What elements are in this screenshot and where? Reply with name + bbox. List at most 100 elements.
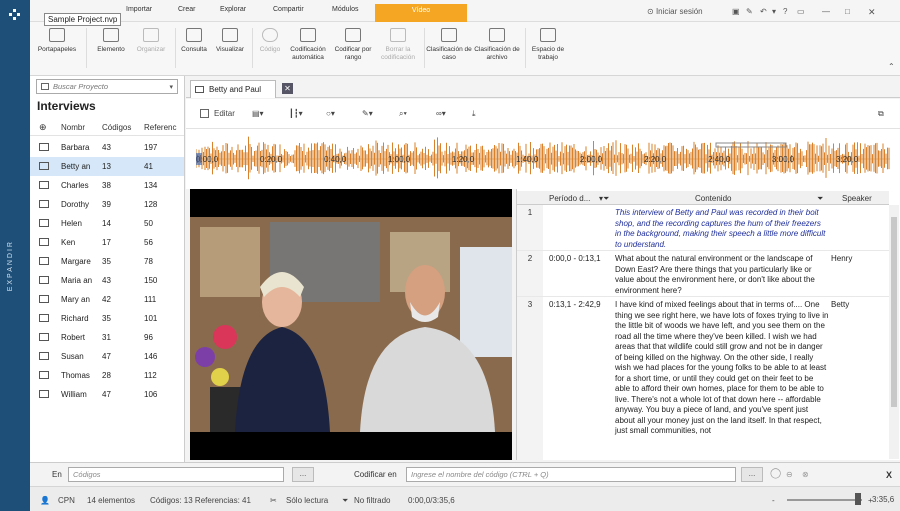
waveform-graph[interactable]: 0:00,0 0:20,0 0:40,0 1:00,0 1:20,0 1:40,0 2:00…	[196, 129, 890, 187]
edit-label[interactable]: Editar	[214, 109, 235, 118]
table-row[interactable]: 1 This interview of Betty and Paul was re…	[517, 205, 889, 251]
query-button[interactable]: Consulta	[178, 28, 210, 54]
zoom-slider-thumb[interactable]	[855, 493, 861, 505]
table-row[interactable]: 2 0:00,0 - 0:13,1 What about the natural e…	[517, 251, 889, 297]
tab-import[interactable]: Importar	[126, 6, 152, 13]
edit-checkbox[interactable]	[200, 109, 209, 118]
column-refs[interactable]: Referenc	[144, 123, 176, 132]
restore-icon[interactable]: ▭	[797, 7, 805, 16]
uncode-selection-icon[interactable]: ⊗	[802, 470, 809, 479]
search-input[interactable]: Buscar Proyecto ▾	[36, 79, 178, 94]
filter-icon[interactable]: ▾⏷	[599, 194, 609, 204]
list-item[interactable]: Robert 31 96	[30, 328, 184, 347]
code-range-button[interactable]: Codificar por rango	[332, 28, 374, 62]
list-item[interactable]: Charles 38 134	[30, 176, 184, 195]
organize-button[interactable]: Organizar	[131, 28, 171, 54]
list-item[interactable]: Helen 14 50	[30, 214, 184, 233]
circle-icon[interactable]: ○▾	[326, 109, 335, 118]
list-item[interactable]: Susan 47 146	[30, 347, 184, 366]
column-codes[interactable]: Códigos	[102, 123, 131, 132]
column-name[interactable]: Nombr	[61, 123, 85, 132]
code-selection-icon[interactable]: ⊖	[786, 470, 793, 479]
signin-button[interactable]: ⊙ Iniciar sesión	[647, 7, 703, 16]
video-frame[interactable]	[190, 217, 512, 432]
item-button[interactable]: Elemento	[91, 28, 131, 54]
navigation-panel: Buscar Proyecto ▾ Interviews ⊕ Nombr Cód…	[30, 76, 185, 462]
media-duration: 3:35,6	[872, 495, 895, 504]
zoom-out-button[interactable]: -	[772, 496, 775, 505]
tab-create[interactable]: Crear	[178, 6, 196, 13]
document-tabs: Betty and Paul ✕	[186, 76, 900, 98]
annotation-icon[interactable]: ▤▾	[252, 109, 264, 118]
dropdown-icon[interactable]: ▾	[772, 7, 776, 16]
list-item[interactable]: Maria an 43 150	[30, 271, 184, 290]
list-item[interactable]: Ken 17 56	[30, 233, 184, 252]
visualize-button[interactable]: Visualizar	[213, 28, 247, 54]
apps-grid-icon[interactable]	[9, 9, 21, 21]
user-icon: 👤	[40, 496, 50, 505]
list-item[interactable]: William 47 106	[30, 385, 184, 404]
tab-video[interactable]: Vídeo	[375, 4, 467, 22]
list-item[interactable]: Mary an 42 111	[30, 290, 184, 309]
popout-icon[interactable]: ⧉	[878, 109, 884, 119]
clipboard-button[interactable]: Portapapeles	[32, 28, 82, 54]
code-name-input[interactable]: Ingrese el nombre del código (CTRL + Q)	[406, 467, 736, 482]
document-icon	[39, 181, 49, 189]
close-tab-icon[interactable]: ✕	[282, 83, 293, 94]
video-icon	[39, 162, 49, 170]
undo-icon[interactable]: ↶	[760, 7, 767, 16]
scrollbar-thumb[interactable]	[891, 217, 897, 407]
list-item[interactable]: Barbara 43 197	[30, 138, 184, 157]
uncode-button[interactable]: Borrar la codificación	[376, 28, 420, 62]
tab-modules[interactable]: Módulos	[332, 6, 358, 13]
status-bar: 👤 CPN 14 elementos Códigos: 13 Referenci…	[30, 486, 900, 511]
code-circle-icon[interactable]: ◯	[770, 468, 781, 479]
code-button[interactable]: Código	[255, 28, 285, 54]
autocode-button[interactable]: Codificación automática	[286, 28, 330, 62]
add-icon[interactable]: ⊕	[39, 122, 47, 133]
close-coding-bar-button[interactable]: X	[886, 470, 892, 480]
file-classification-button[interactable]: Clasificación de archivo	[473, 28, 521, 62]
list-item[interactable]: Margare 35 78	[30, 252, 184, 271]
tab-share[interactable]: Compartir	[273, 6, 304, 13]
minimize-icon[interactable]: —	[822, 7, 830, 16]
list-item[interactable]: Dorothy 39 128	[30, 195, 184, 214]
column-speaker[interactable]: Speaker	[842, 194, 872, 203]
close-icon[interactable]: ✕	[868, 7, 876, 18]
expand-label[interactable]: EXPANDIR	[7, 240, 14, 291]
help-icon[interactable]: ?	[783, 7, 787, 16]
collapse-ribbon-icon[interactable]: ⌃	[888, 62, 895, 71]
tab-betty-and-paul[interactable]: Betty and Paul ✕	[190, 80, 293, 98]
browse-code-button[interactable]: ...	[741, 467, 763, 482]
edit-icon[interactable]: ✎	[746, 7, 753, 16]
column-content[interactable]: Contenido	[695, 194, 731, 203]
item-name: Maria an	[61, 276, 93, 285]
zoom-icon[interactable]: ⌕▾	[399, 109, 407, 119]
save-icon[interactable]: ▣	[732, 7, 740, 16]
video-player[interactable]	[190, 189, 512, 460]
link-icon[interactable]: ∞▾	[436, 109, 446, 118]
transcript-content[interactable]: I have kind of mixed feelings about that…	[615, 300, 829, 437]
codes-input[interactable]: Códigos	[68, 467, 284, 482]
list-item[interactable]: Thomas 28 112	[30, 366, 184, 385]
item-refs: 78	[144, 257, 153, 266]
highlight-icon[interactable]: ✎▾	[362, 109, 373, 118]
transcript-content[interactable]: This interview of Betty and Paul was rec…	[615, 208, 829, 250]
zoom-slider[interactable]	[787, 499, 862, 501]
waveform-timeline[interactable]: 0:00,0 0:20,0 0:40,0 1:00,0 1:20,0 1:40,0 2:00…	[186, 129, 900, 189]
workspace-button[interactable]: Espacio de trabajo	[527, 28, 569, 62]
content-filter-icon[interactable]: ⏷	[817, 194, 823, 204]
transcript-content[interactable]: What about the natural environment or th…	[615, 254, 829, 296]
maximize-icon[interactable]: □	[845, 7, 850, 16]
table-row[interactable]: 3 0:13,1 - 2:42,9 I have kind of mixed fee…	[517, 297, 889, 460]
list-item[interactable]: Betty an 13 41	[30, 157, 184, 176]
scrollbar[interactable]	[889, 205, 899, 459]
browse-codes-button[interactable]: ...	[292, 467, 314, 482]
chevron-down-icon[interactable]: ▾	[169, 83, 173, 91]
case-classification-button[interactable]: Clasificación de caso	[426, 28, 472, 62]
export-icon[interactable]: ⤓	[472, 109, 476, 119]
column-range[interactable]: Período d...	[549, 194, 590, 203]
waveform-icon[interactable]: ┃┇▾	[289, 109, 303, 118]
list-item[interactable]: Richard 35 101	[30, 309, 184, 328]
tab-explore[interactable]: Explorar	[220, 6, 246, 13]
